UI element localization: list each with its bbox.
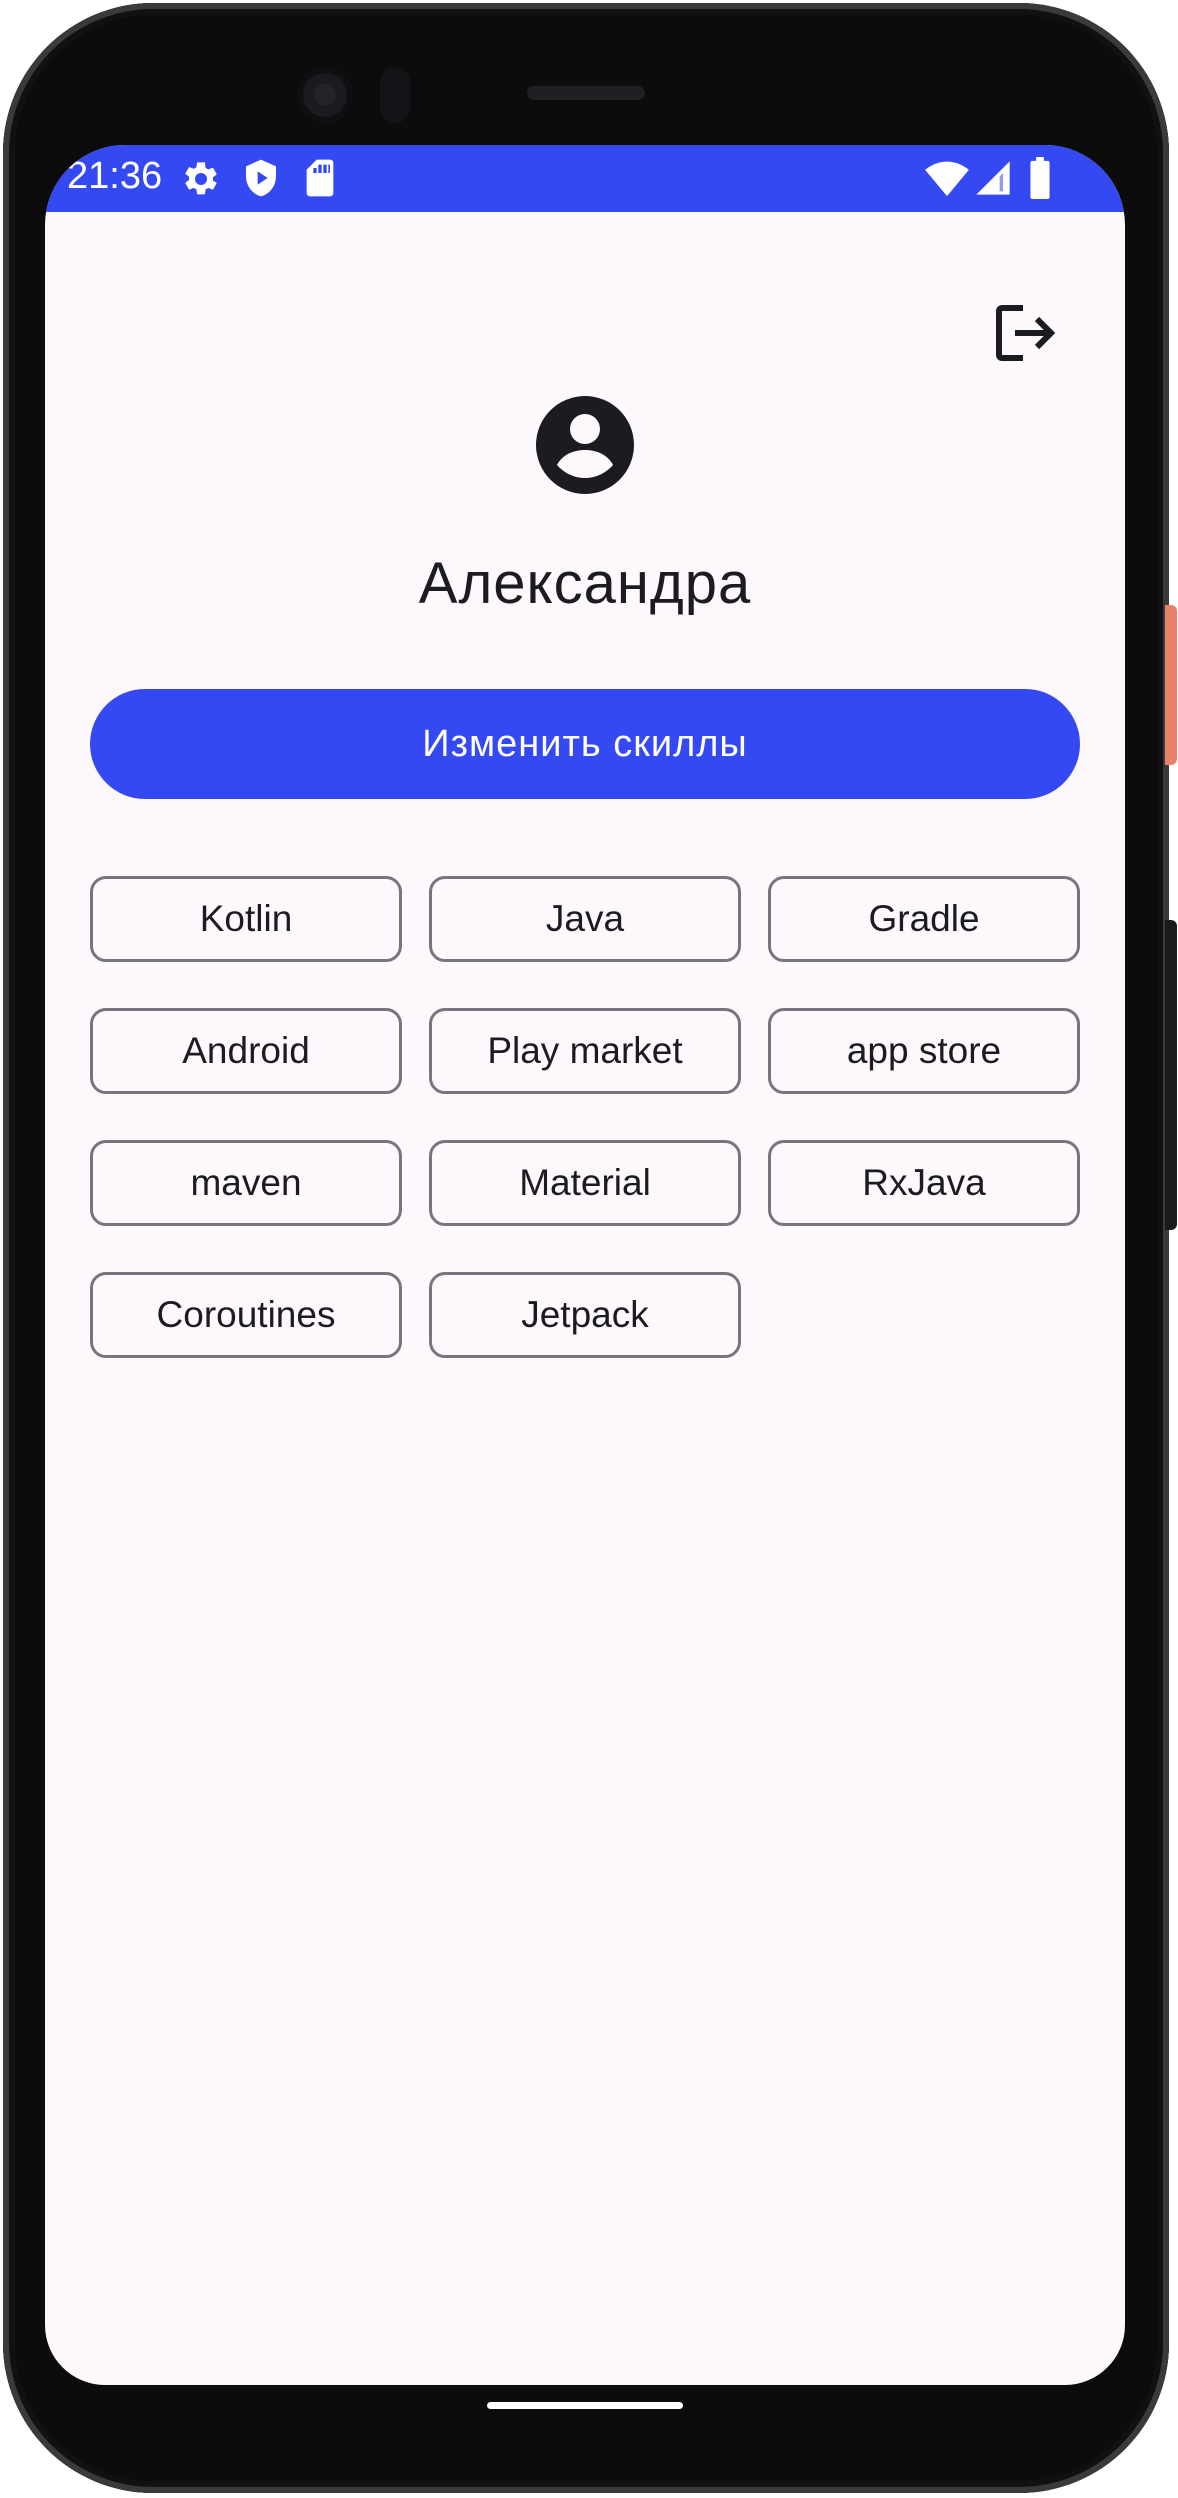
edit-skills-label: Изменить скиллы bbox=[422, 722, 748, 765]
skill-label: Coroutines bbox=[156, 1294, 336, 1335]
skill-label: Play market bbox=[487, 1030, 683, 1071]
skill-chip[interactable]: RxJava bbox=[768, 1140, 1080, 1226]
edit-skills-button[interactable]: Изменить скиллы bbox=[90, 689, 1080, 799]
power-button bbox=[1165, 605, 1177, 765]
front-camera bbox=[297, 67, 353, 123]
sd-card-icon bbox=[302, 158, 338, 202]
skill-chip[interactable]: Java bbox=[429, 876, 741, 962]
home-indicator[interactable] bbox=[487, 2402, 683, 2409]
proximity-sensor bbox=[380, 67, 410, 123]
skill-label: RxJava bbox=[862, 1162, 986, 1203]
skill-label: Kotlin bbox=[199, 898, 293, 939]
skill-chip[interactable]: Jetpack bbox=[429, 1272, 741, 1358]
shield-play-icon bbox=[241, 158, 281, 202]
skill-chip[interactable]: Material bbox=[429, 1140, 741, 1226]
skill-chip[interactable]: maven bbox=[90, 1140, 402, 1226]
skill-label: app store bbox=[846, 1030, 1002, 1071]
logout-icon bbox=[995, 304, 1057, 366]
wifi-icon bbox=[925, 158, 969, 202]
status-time: 21:36 bbox=[67, 155, 163, 197]
skill-chip[interactable]: Coroutines bbox=[90, 1272, 402, 1358]
skill-chip[interactable]: Android bbox=[90, 1008, 402, 1094]
skill-label: Android bbox=[182, 1030, 310, 1071]
skill-label: maven bbox=[190, 1162, 302, 1203]
account-circle-icon bbox=[535, 395, 635, 495]
skill-label: Java bbox=[545, 898, 625, 939]
earpiece-speaker bbox=[527, 86, 645, 100]
skill-chip[interactable]: Gradle bbox=[768, 876, 1080, 962]
status-bar: 21:36 bbox=[45, 145, 1125, 212]
battery-icon bbox=[1028, 157, 1052, 203]
logout-button[interactable] bbox=[981, 290, 1071, 380]
skill-label: Gradle bbox=[868, 898, 980, 939]
skill-chip[interactable]: app store bbox=[768, 1008, 1080, 1094]
skill-chip[interactable]: Kotlin bbox=[90, 876, 402, 962]
skill-label: Material bbox=[519, 1162, 651, 1203]
cell-signal-icon bbox=[973, 158, 1013, 202]
app-screen: 21:36 Александра Изменить скиллы Kotlin … bbox=[45, 145, 1125, 2385]
profile-name: Александра bbox=[418, 551, 752, 616]
gear-icon bbox=[181, 159, 221, 203]
volume-button bbox=[1165, 920, 1177, 1230]
skill-chip[interactable]: Play market bbox=[429, 1008, 741, 1094]
skill-label: Jetpack bbox=[521, 1294, 649, 1335]
